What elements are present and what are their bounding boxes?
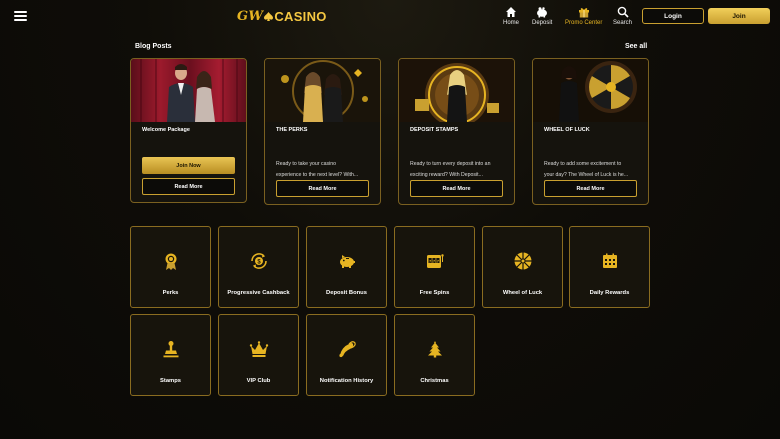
- blog-description: Ready to take your casino experience to …: [276, 161, 359, 178]
- top-bar: GW CASINO Home Deposit Promo Center Sear…: [0, 0, 780, 33]
- blog-image: [131, 59, 246, 122]
- cashback-icon: $: [250, 253, 267, 269]
- menu-icon[interactable]: [14, 11, 27, 21]
- tile-label: Wheel of Luck: [502, 290, 543, 296]
- crown-icon: [249, 341, 268, 357]
- see-all-link[interactable]: See all: [625, 43, 647, 50]
- nav-search[interactable]: Search: [613, 6, 632, 26]
- nav-promo-label: Promo Center: [565, 20, 603, 26]
- gift-icon: [578, 8, 589, 18]
- tile-label: Notification History: [319, 378, 374, 384]
- blog-card-welcome[interactable]: Welcome Package Join Now Read More: [130, 58, 247, 203]
- medal-icon: [165, 253, 176, 270]
- home-icon: [506, 7, 516, 17]
- piggy-bank-icon: [339, 255, 355, 268]
- logo-gw: GW: [237, 9, 264, 24]
- piggy-bank-icon: [537, 7, 548, 18]
- wheel-icon: [514, 252, 531, 270]
- tile-label: Progressive Cashback: [227, 290, 290, 296]
- tile-label: Christmas: [420, 378, 449, 384]
- blog-image: [265, 59, 380, 122]
- tile-label: Free Spins: [419, 290, 450, 296]
- read-more-button[interactable]: Read More: [544, 180, 637, 197]
- tile-daily-rewards[interactable]: Daily Rewards: [569, 226, 650, 308]
- tile-notification-history[interactable]: Notification History: [306, 314, 387, 396]
- blog-description: Ready to turn every deposit into an exci…: [410, 161, 491, 178]
- nav-home[interactable]: Home: [503, 6, 519, 26]
- read-more-button[interactable]: Read More: [410, 180, 503, 197]
- nav-deposit-label: Deposit: [532, 20, 553, 26]
- login-button[interactable]: Login: [642, 8, 704, 24]
- blog-title: WHEEL OF LUCK: [544, 127, 590, 133]
- tile-label: VIP Club: [246, 378, 271, 384]
- blog-card-deposit-stamps[interactable]: DEPOSIT STAMPS Ready to turn every depos…: [398, 58, 515, 205]
- nav-search-label: Search: [613, 20, 633, 26]
- christmas-tree-icon: [427, 341, 442, 358]
- search-icon: [617, 6, 629, 18]
- blog-card-perks[interactable]: THE PERKS Ready to take your casino expe…: [264, 58, 381, 205]
- read-more-button[interactable]: Read More: [142, 178, 235, 195]
- tile-vip-club[interactable]: VIP Club: [218, 314, 299, 396]
- blog-image: [399, 59, 514, 122]
- nav-promo-center[interactable]: Promo Center: [565, 6, 602, 26]
- read-more-button[interactable]: Read More: [276, 180, 369, 197]
- stamp-icon: [163, 341, 178, 358]
- tile-label: Daily Rewards: [589, 290, 630, 296]
- spade-icon: [264, 11, 274, 21]
- calendar-icon: [602, 253, 617, 268]
- nav-home-label: Home: [503, 20, 520, 26]
- blog-card-wheel-of-luck[interactable]: WHEEL OF LUCK Ready to add some exciteme…: [532, 58, 649, 205]
- join-now-button[interactable]: Join Now: [142, 157, 235, 174]
- join-button[interactable]: Join: [708, 8, 770, 24]
- blog-title: DEPOSIT STAMPS: [410, 127, 459, 133]
- tile-label: Deposit Bonus: [326, 290, 367, 296]
- tile-wheel-of-luck[interactable]: Wheel of Luck: [482, 226, 563, 308]
- tile-perks[interactable]: Perks: [130, 226, 211, 308]
- section-title: Blog Posts: [135, 43, 172, 50]
- tile-christmas[interactable]: Christmas: [394, 314, 475, 396]
- tile-progressive-cashback[interactable]: $ Progressive Cashback: [218, 226, 299, 308]
- blog-title: THE PERKS: [276, 127, 308, 133]
- tile-label: Perks: [162, 290, 179, 296]
- blog-description: Ready to add some excitement to your day…: [544, 161, 629, 178]
- horn-icon: [338, 341, 356, 358]
- blog-image: [533, 59, 648, 122]
- blog-title: Welcome Package: [142, 127, 190, 133]
- slot-machine-icon: 7 7 7: [426, 254, 444, 268]
- tile-stamps[interactable]: Stamps: [130, 314, 211, 396]
- tile-label: Stamps: [160, 378, 181, 384]
- tile-deposit-bonus[interactable]: Deposit Bonus: [306, 226, 387, 308]
- nav-deposit[interactable]: Deposit: [532, 6, 552, 26]
- logo[interactable]: GW CASINO: [237, 9, 327, 24]
- tile-free-spins[interactable]: 7 7 7 Free Spins: [394, 226, 475, 308]
- logo-casino: CASINO: [274, 9, 327, 24]
